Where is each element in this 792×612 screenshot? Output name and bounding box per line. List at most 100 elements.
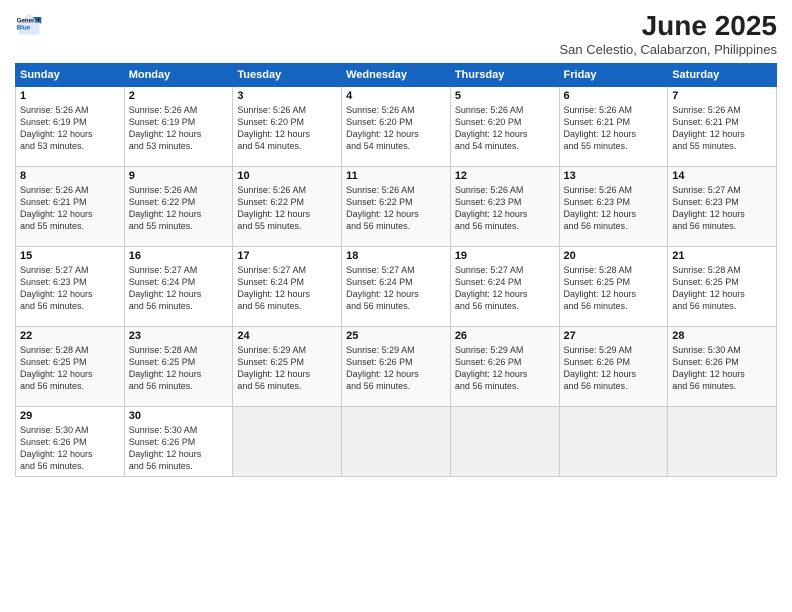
calendar-week-row: 22 Sunrise: 5:28 AMSunset: 6:25 PMDaylig… (16, 327, 777, 407)
day-number: 16 (129, 250, 229, 262)
day-number: 18 (346, 250, 446, 262)
day-info: Sunrise: 5:27 AMSunset: 6:24 PMDaylight:… (346, 264, 446, 313)
table-row: 20 Sunrise: 5:28 AMSunset: 6:25 PMDaylig… (559, 247, 668, 327)
table-row: 25 Sunrise: 5:29 AMSunset: 6:26 PMDaylig… (342, 327, 451, 407)
day-number: 29 (20, 410, 120, 422)
table-row (559, 407, 668, 477)
svg-text:General: General (17, 17, 40, 24)
table-row: 15 Sunrise: 5:27 AMSunset: 6:23 PMDaylig… (16, 247, 125, 327)
day-info: Sunrise: 5:28 AMSunset: 6:25 PMDaylight:… (20, 344, 120, 393)
col-thursday: Thursday (450, 64, 559, 87)
table-row: 23 Sunrise: 5:28 AMSunset: 6:25 PMDaylig… (124, 327, 233, 407)
table-row: 26 Sunrise: 5:29 AMSunset: 6:26 PMDaylig… (450, 327, 559, 407)
day-number: 14 (672, 170, 772, 182)
day-info: Sunrise: 5:27 AMSunset: 6:23 PMDaylight:… (20, 264, 120, 313)
table-row: 2 Sunrise: 5:26 AMSunset: 6:19 PMDayligh… (124, 87, 233, 167)
day-info: Sunrise: 5:26 AMSunset: 6:20 PMDaylight:… (237, 104, 337, 153)
header: General Blue June 2025 San Celestio, Cal… (15, 10, 777, 57)
table-row: 21 Sunrise: 5:28 AMSunset: 6:25 PMDaylig… (668, 247, 777, 327)
table-row: 18 Sunrise: 5:27 AMSunset: 6:24 PMDaylig… (342, 247, 451, 327)
logo-icon: General Blue (15, 10, 43, 38)
day-number: 23 (129, 330, 229, 342)
table-row (342, 407, 451, 477)
table-row: 24 Sunrise: 5:29 AMSunset: 6:25 PMDaylig… (233, 327, 342, 407)
table-row: 14 Sunrise: 5:27 AMSunset: 6:23 PMDaylig… (668, 167, 777, 247)
col-saturday: Saturday (668, 64, 777, 87)
table-row: 9 Sunrise: 5:26 AMSunset: 6:22 PMDayligh… (124, 167, 233, 247)
day-info: Sunrise: 5:29 AMSunset: 6:26 PMDaylight:… (346, 344, 446, 393)
day-info: Sunrise: 5:30 AMSunset: 6:26 PMDaylight:… (129, 424, 229, 473)
day-info: Sunrise: 5:29 AMSunset: 6:25 PMDaylight:… (237, 344, 337, 393)
day-number: 12 (455, 170, 555, 182)
calendar-week-row: 1 Sunrise: 5:26 AMSunset: 6:19 PMDayligh… (16, 87, 777, 167)
calendar-week-row: 29 Sunrise: 5:30 AMSunset: 6:26 PMDaylig… (16, 407, 777, 477)
day-number: 19 (455, 250, 555, 262)
table-row: 17 Sunrise: 5:27 AMSunset: 6:24 PMDaylig… (233, 247, 342, 327)
calendar-week-row: 15 Sunrise: 5:27 AMSunset: 6:23 PMDaylig… (16, 247, 777, 327)
table-row: 29 Sunrise: 5:30 AMSunset: 6:26 PMDaylig… (16, 407, 125, 477)
day-number: 26 (455, 330, 555, 342)
day-info: Sunrise: 5:27 AMSunset: 6:23 PMDaylight:… (672, 184, 772, 233)
calendar-week-row: 8 Sunrise: 5:26 AMSunset: 6:21 PMDayligh… (16, 167, 777, 247)
day-info: Sunrise: 5:28 AMSunset: 6:25 PMDaylight:… (564, 264, 664, 313)
day-number: 21 (672, 250, 772, 262)
day-info: Sunrise: 5:26 AMSunset: 6:21 PMDaylight:… (564, 104, 664, 153)
table-row: 13 Sunrise: 5:26 AMSunset: 6:23 PMDaylig… (559, 167, 668, 247)
day-number: 13 (564, 170, 664, 182)
day-info: Sunrise: 5:26 AMSunset: 6:21 PMDaylight:… (672, 104, 772, 153)
table-row: 16 Sunrise: 5:27 AMSunset: 6:24 PMDaylig… (124, 247, 233, 327)
table-row: 30 Sunrise: 5:30 AMSunset: 6:26 PMDaylig… (124, 407, 233, 477)
day-info: Sunrise: 5:26 AMSunset: 6:20 PMDaylight:… (346, 104, 446, 153)
day-info: Sunrise: 5:28 AMSunset: 6:25 PMDaylight:… (672, 264, 772, 313)
table-row: 28 Sunrise: 5:30 AMSunset: 6:26 PMDaylig… (668, 327, 777, 407)
table-row: 4 Sunrise: 5:26 AMSunset: 6:20 PMDayligh… (342, 87, 451, 167)
col-sunday: Sunday (16, 64, 125, 87)
main-title: June 2025 (559, 10, 777, 42)
day-number: 24 (237, 330, 337, 342)
day-number: 10 (237, 170, 337, 182)
day-number: 7 (672, 90, 772, 102)
logo: General Blue (15, 10, 43, 38)
table-row: 12 Sunrise: 5:26 AMSunset: 6:23 PMDaylig… (450, 167, 559, 247)
table-row: 3 Sunrise: 5:26 AMSunset: 6:20 PMDayligh… (233, 87, 342, 167)
col-tuesday: Tuesday (233, 64, 342, 87)
day-number: 9 (129, 170, 229, 182)
day-info: Sunrise: 5:29 AMSunset: 6:26 PMDaylight:… (455, 344, 555, 393)
day-info: Sunrise: 5:26 AMSunset: 6:23 PMDaylight:… (455, 184, 555, 233)
title-block: June 2025 San Celestio, Calabarzon, Phil… (559, 10, 777, 57)
day-number: 8 (20, 170, 120, 182)
table-row (668, 407, 777, 477)
calendar-body: 1 Sunrise: 5:26 AMSunset: 6:19 PMDayligh… (16, 87, 777, 477)
day-number: 1 (20, 90, 120, 102)
day-info: Sunrise: 5:26 AMSunset: 6:19 PMDaylight:… (129, 104, 229, 153)
day-info: Sunrise: 5:26 AMSunset: 6:22 PMDaylight:… (129, 184, 229, 233)
day-number: 3 (237, 90, 337, 102)
day-number: 15 (20, 250, 120, 262)
day-number: 6 (564, 90, 664, 102)
day-info: Sunrise: 5:27 AMSunset: 6:24 PMDaylight:… (237, 264, 337, 313)
page-container: General Blue June 2025 San Celestio, Cal… (0, 0, 792, 487)
day-number: 20 (564, 250, 664, 262)
table-row: 5 Sunrise: 5:26 AMSunset: 6:20 PMDayligh… (450, 87, 559, 167)
table-row: 6 Sunrise: 5:26 AMSunset: 6:21 PMDayligh… (559, 87, 668, 167)
col-monday: Monday (124, 64, 233, 87)
table-row: 7 Sunrise: 5:26 AMSunset: 6:21 PMDayligh… (668, 87, 777, 167)
day-info: Sunrise: 5:27 AMSunset: 6:24 PMDaylight:… (455, 264, 555, 313)
day-info: Sunrise: 5:26 AMSunset: 6:22 PMDaylight:… (346, 184, 446, 233)
table-row: 1 Sunrise: 5:26 AMSunset: 6:19 PMDayligh… (16, 87, 125, 167)
sub-title: San Celestio, Calabarzon, Philippines (559, 42, 777, 57)
svg-text:Blue: Blue (17, 24, 31, 31)
day-number: 11 (346, 170, 446, 182)
calendar-table: Sunday Monday Tuesday Wednesday Thursday… (15, 63, 777, 477)
table-row: 11 Sunrise: 5:26 AMSunset: 6:22 PMDaylig… (342, 167, 451, 247)
col-wednesday: Wednesday (342, 64, 451, 87)
day-info: Sunrise: 5:27 AMSunset: 6:24 PMDaylight:… (129, 264, 229, 313)
col-friday: Friday (559, 64, 668, 87)
day-number: 4 (346, 90, 446, 102)
day-info: Sunrise: 5:28 AMSunset: 6:25 PMDaylight:… (129, 344, 229, 393)
day-number: 30 (129, 410, 229, 422)
table-row: 22 Sunrise: 5:28 AMSunset: 6:25 PMDaylig… (16, 327, 125, 407)
table-row (233, 407, 342, 477)
day-info: Sunrise: 5:26 AMSunset: 6:22 PMDaylight:… (237, 184, 337, 233)
day-info: Sunrise: 5:30 AMSunset: 6:26 PMDaylight:… (672, 344, 772, 393)
